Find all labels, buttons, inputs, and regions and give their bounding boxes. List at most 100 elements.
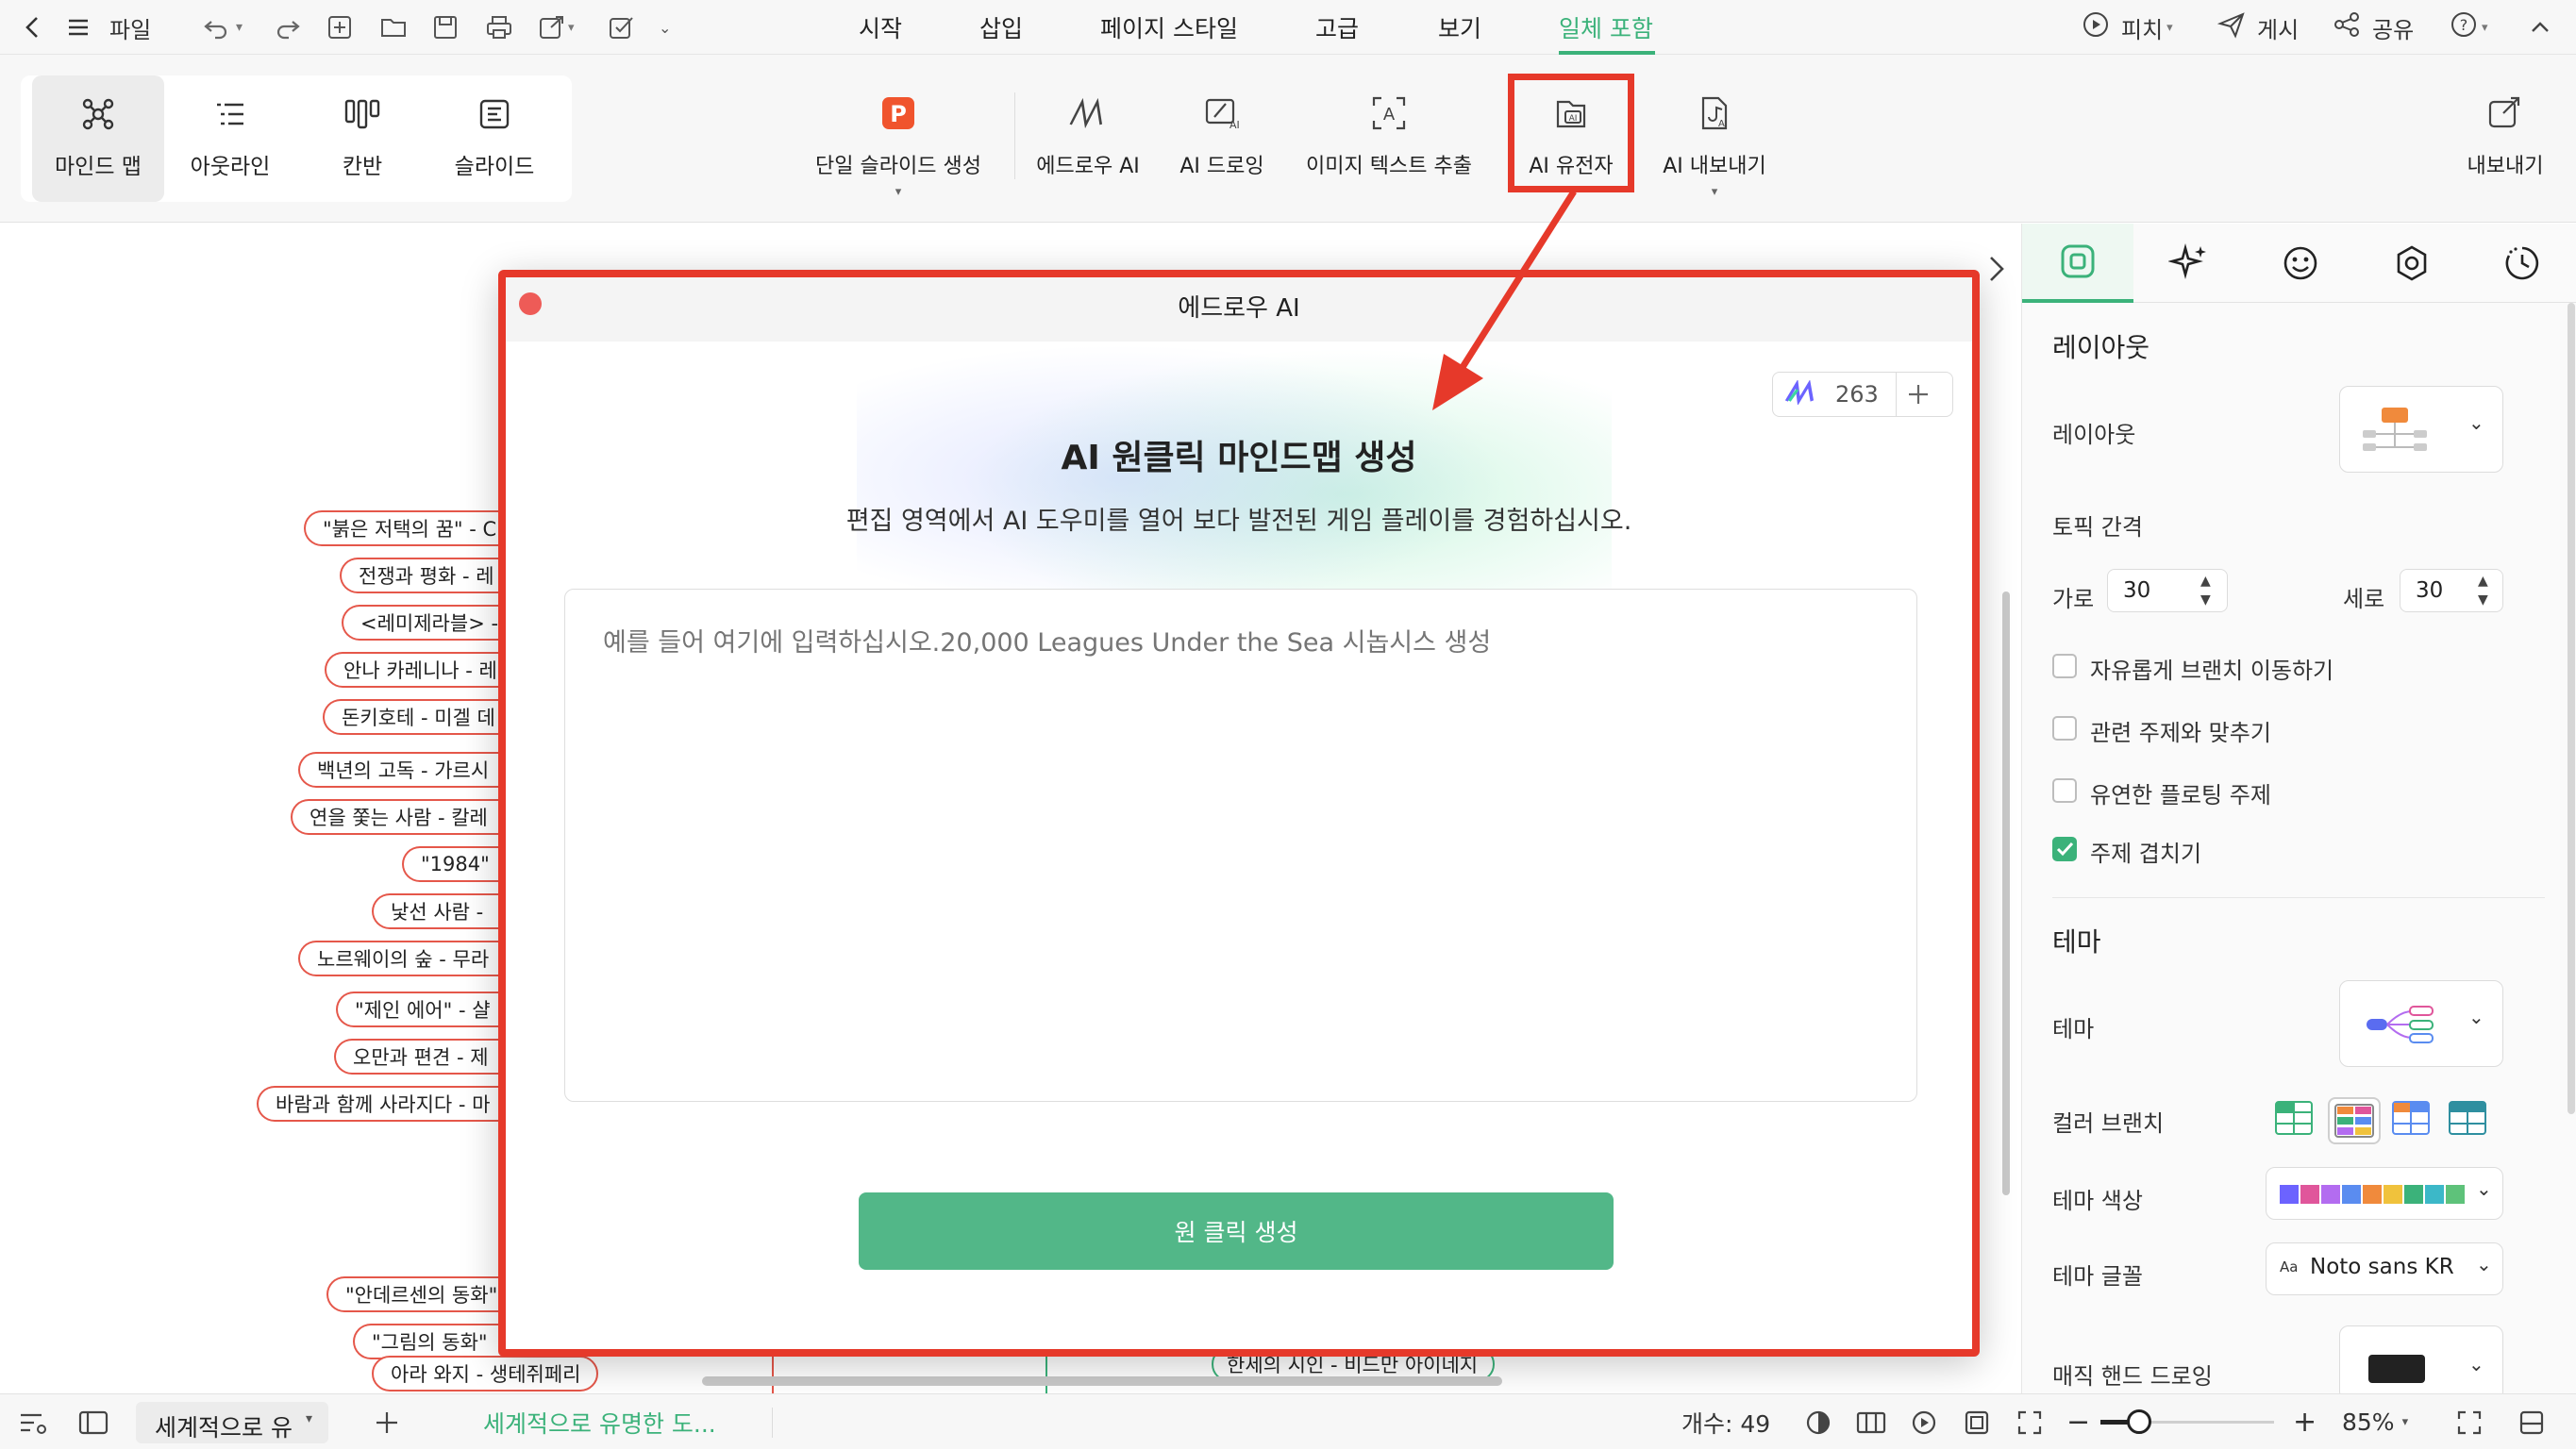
topic-node[interactable]: "그림의 동화"	[353, 1324, 502, 1359]
tab-start[interactable]: 시작	[859, 0, 902, 55]
spinner-arrows-icon[interactable]: ▲ ▼	[2478, 572, 2488, 609]
overlap-topics-checkbox[interactable]	[2052, 837, 2077, 861]
tab-insert[interactable]: 삽입	[979, 0, 1023, 55]
vertical-spacing-input[interactable]: 30 ▲ ▼	[2400, 569, 2503, 612]
view-slide-label: 슬라이드	[454, 155, 535, 179]
topic-node[interactable]: 안나 카레니나 - 레	[325, 652, 502, 688]
tab-advanced[interactable]: 고급	[1315, 0, 1359, 55]
theme-color-select[interactable]: ⌄	[2266, 1167, 2503, 1220]
color-branch-option[interactable]	[2388, 1097, 2434, 1139]
prompt-input[interactable]	[564, 589, 1917, 1102]
ai-gene-button[interactable]: AI AI 유전자	[1515, 87, 1627, 200]
file-menu[interactable]: 파일	[109, 0, 151, 55]
sidebar-toggle-icon[interactable]	[77, 1394, 109, 1450]
tab-ai[interactable]: 일체 포함	[1559, 0, 1653, 55]
post-button[interactable]: 게시	[2216, 0, 2299, 55]
flexible-floating-checkbox[interactable]	[2052, 778, 2077, 803]
add-credits-button[interactable]	[1897, 382, 1940, 407]
undo-dropdown-icon[interactable]: ▾	[236, 0, 243, 55]
save-icon[interactable]	[432, 0, 459, 55]
view-slide-button[interactable]: 슬라이드	[428, 75, 560, 202]
export-button[interactable]: 내보내기	[2453, 87, 2557, 200]
help-button[interactable]: ? ▾	[2450, 0, 2488, 55]
topic-node[interactable]: 연을 쫓는 사람 - 칼레	[291, 799, 502, 835]
outline-toggle-icon[interactable]	[17, 1394, 49, 1450]
tab-history[interactable]	[2467, 224, 2576, 303]
one-click-generate-button[interactable]: 원 클릭 생성	[859, 1192, 1614, 1270]
document-name[interactable]: 세계적으로 유명한 도...	[483, 1394, 716, 1450]
pitch-button[interactable]: 피치 ▾	[2082, 0, 2173, 55]
topic-node[interactable]: 바람과 함께 사라지다 - 마	[257, 1086, 502, 1122]
topic-node[interactable]: "안데르센의 동화"	[326, 1276, 502, 1312]
zoom-level[interactable]: 85% ▾	[2342, 1394, 2408, 1450]
fullscreen-icon[interactable]	[2455, 1394, 2484, 1450]
export-share-icon[interactable]: ▾	[538, 0, 575, 55]
view-kanban-button[interactable]: 칸반	[296, 75, 428, 202]
palette-swatch	[2280, 1185, 2299, 1204]
redo-icon[interactable]	[274, 0, 302, 55]
horizontal-spacing-input[interactable]: 30 ▲ ▼	[2107, 569, 2228, 612]
color-branch-option[interactable]	[2271, 1097, 2317, 1139]
topic-node[interactable]: 백년의 고독 - 가르시	[298, 752, 502, 788]
collapse-ribbon-icon[interactable]	[2529, 0, 2551, 55]
color-branch-option[interactable]	[2445, 1097, 2490, 1139]
play-presentation-icon[interactable]	[1910, 1394, 1938, 1450]
expand-panel-chevron-icon[interactable]	[1985, 252, 2008, 290]
color-branch-option-selected[interactable]	[2328, 1097, 2381, 1144]
zoom-out-button[interactable]: −	[2066, 1394, 2090, 1450]
tab-emoji[interactable]	[2245, 224, 2356, 303]
topic-node[interactable]: "제인 에어" - 샬	[336, 992, 502, 1027]
edraw-ai-button[interactable]: 에드로우 AI	[1032, 87, 1144, 200]
fit-screen-icon[interactable]	[2016, 1394, 2044, 1450]
topic-node[interactable]: 낯선 사람 -	[372, 893, 502, 929]
close-dialog-button[interactable]	[519, 292, 542, 315]
spinner-arrows-icon[interactable]: ▲ ▼	[2200, 572, 2211, 609]
share-button[interactable]: 공유	[2333, 0, 2414, 55]
hamburger-menu-icon[interactable]	[66, 0, 91, 55]
fit-page-icon[interactable]	[1963, 1394, 1991, 1450]
topic-node[interactable]: "붉은 저택의 꿈" - C	[304, 510, 502, 546]
add-page-button[interactable]	[374, 1394, 400, 1450]
ai-drawing-button[interactable]: AI AI 드로잉	[1166, 87, 1278, 200]
new-page-icon[interactable]	[326, 0, 353, 55]
topic-node[interactable]: <레미제라블> -	[342, 605, 502, 641]
theme-font-select[interactable]: Aa Noto sans KR ⌄	[2266, 1242, 2503, 1295]
view-mindmap-button[interactable]: 마인드 맵	[32, 75, 164, 202]
horizontal-scrollbar[interactable]	[702, 1376, 1502, 1386]
tab-view[interactable]: 보기	[1438, 0, 1481, 55]
task-check-icon[interactable]	[608, 0, 636, 55]
topic-node[interactable]: 전쟁과 평화 - 레	[340, 558, 502, 593]
zoom-in-button[interactable]: +	[2293, 1394, 2317, 1450]
align-related-checkbox[interactable]	[2052, 716, 2077, 741]
free-branch-checkbox[interactable]	[2052, 654, 2077, 678]
back-icon[interactable]	[23, 0, 43, 55]
focus-mode-icon[interactable]	[1804, 1394, 1832, 1450]
more-tools-icon[interactable]: ⌄	[659, 0, 671, 55]
page-tab[interactable]: 세계적으로 유 ▾	[136, 1402, 328, 1443]
hand-drawing-select[interactable]: ⌄	[2339, 1325, 2503, 1401]
view-outline-button[interactable]: 아웃라인	[164, 75, 296, 202]
panel-scrollbar[interactable]	[2568, 303, 2575, 1114]
single-slide-generate-button[interactable]: P 단일 슬라이드 생성 ▾	[807, 87, 990, 200]
topic-node[interactable]: 아라 와지 - 생테쥐페리	[372, 1356, 598, 1392]
vertical-scrollbar[interactable]	[2002, 592, 2010, 1195]
zoom-slider-thumb[interactable]	[2127, 1409, 2151, 1434]
topic-node[interactable]: 오만과 편견 - 제	[334, 1039, 502, 1075]
open-folder-icon[interactable]	[379, 0, 408, 55]
topic-node[interactable]: 노르웨이의 숲 - 무라	[298, 941, 502, 976]
ai-export-button[interactable]: AI AI 내보내기 ▾	[1653, 87, 1776, 200]
print-icon[interactable]	[485, 0, 513, 55]
tab-page-format[interactable]	[2022, 224, 2133, 303]
layout-select[interactable]: ⌄	[2339, 386, 2503, 473]
topic-node[interactable]: "1984"	[402, 846, 502, 882]
panel-layout-icon[interactable]	[2517, 1394, 2546, 1450]
ai-export-icon: AI	[1696, 87, 1733, 140]
book-view-icon[interactable]	[1855, 1394, 1887, 1450]
tab-page-style[interactable]: 페이지 스타일	[1100, 0, 1238, 55]
topic-node[interactable]: 돈키호테 - 미겔 데	[323, 699, 502, 735]
undo-icon[interactable]	[202, 0, 230, 55]
theme-select[interactable]: ⌄	[2339, 980, 2503, 1067]
image-text-extract-button[interactable]: A 이미지 텍스트 추출	[1295, 87, 1483, 200]
tab-settings[interactable]	[2356, 224, 2467, 303]
tab-ai-style[interactable]	[2133, 224, 2245, 303]
